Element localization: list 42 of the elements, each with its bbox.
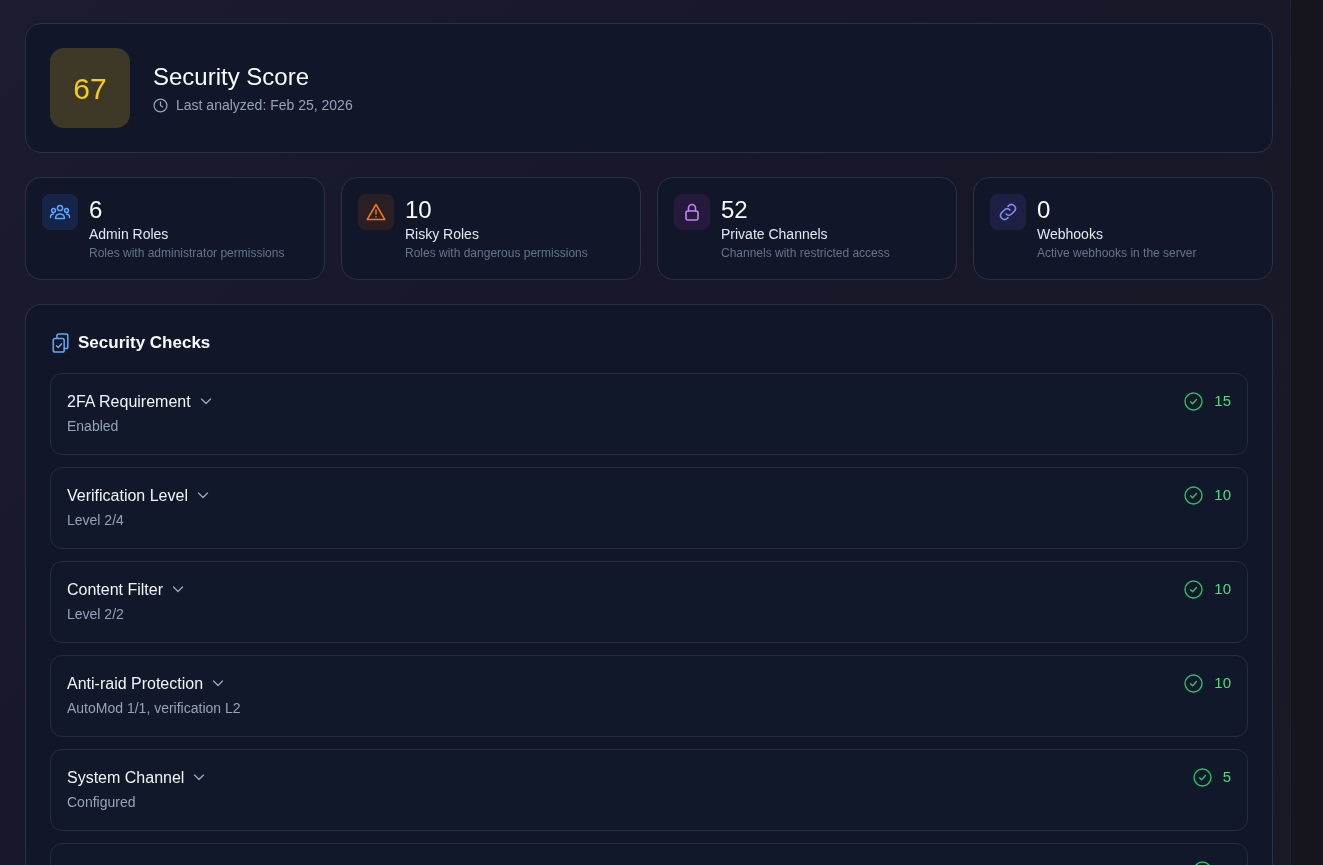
- stat-value: 52: [721, 196, 749, 224]
- check-detail: Level 2/4: [67, 511, 125, 530]
- check-points: 5: [1222, 767, 1231, 787]
- last-analyzed-text: Last analyzed: Feb 25, 2026: [176, 96, 353, 114]
- check-title: Verification Level: [67, 487, 188, 504]
- stat-label: Risky Roles: [405, 225, 480, 244]
- stat-value: 0: [1037, 196, 1052, 224]
- stat-value: 6: [89, 196, 104, 224]
- warning-icon: [358, 194, 394, 230]
- check-detail: Enabled: [67, 417, 120, 436]
- link-icon: [990, 194, 1026, 230]
- check-points: 15: [1214, 391, 1231, 411]
- check-item[interactable]: Verification Level Level 2/4 10: [50, 467, 1248, 549]
- stat-description: Active webhooks in the server: [1037, 245, 1197, 262]
- lock-icon: [674, 194, 710, 230]
- stat-description: Channels with restricted access: [721, 245, 890, 262]
- section-title: Security Checks: [78, 332, 211, 355]
- check-detail: Configured: [67, 793, 137, 812]
- check-title: System Channel: [67, 769, 185, 786]
- check-points: 10: [1214, 485, 1231, 505]
- stat-label: Admin Roles: [89, 225, 170, 244]
- clipboard-check-icon: [52, 333, 70, 353]
- check-item[interactable]: Content Filter Level 2/2 10: [50, 561, 1248, 643]
- check-title: Content Filter: [67, 581, 164, 598]
- check-item[interactable]: System Channel Configured 5: [50, 749, 1248, 831]
- score-value: 67: [50, 48, 130, 128]
- check-points: 10: [1214, 673, 1231, 693]
- stat-label: Webhooks: [1037, 225, 1104, 244]
- stat-description: Roles with administrator permissions: [89, 245, 285, 262]
- people-group-icon: [42, 194, 78, 230]
- check-points: 10: [1214, 579, 1231, 599]
- check-item[interactable]: 2FA Requirement Enabled 15: [50, 373, 1248, 455]
- stat-description: Roles with dangerous permissions: [405, 245, 588, 262]
- score-title: Security Score: [153, 62, 311, 92]
- check-title: Anti-raid Protection: [67, 675, 204, 692]
- check-detail: AutoMod 1/1, verification L2: [67, 699, 241, 718]
- check-title: 2FA Requirement: [67, 393, 191, 410]
- clock-icon: [153, 97, 168, 113]
- stat-value: 10: [405, 196, 433, 224]
- check-item[interactable]: Anti-raid Protection AutoMod 1/1, verification L2 10: [50, 655, 1248, 737]
- check-detail: Level 2/2: [67, 605, 125, 624]
- stat-label: Private Channels: [721, 225, 829, 244]
